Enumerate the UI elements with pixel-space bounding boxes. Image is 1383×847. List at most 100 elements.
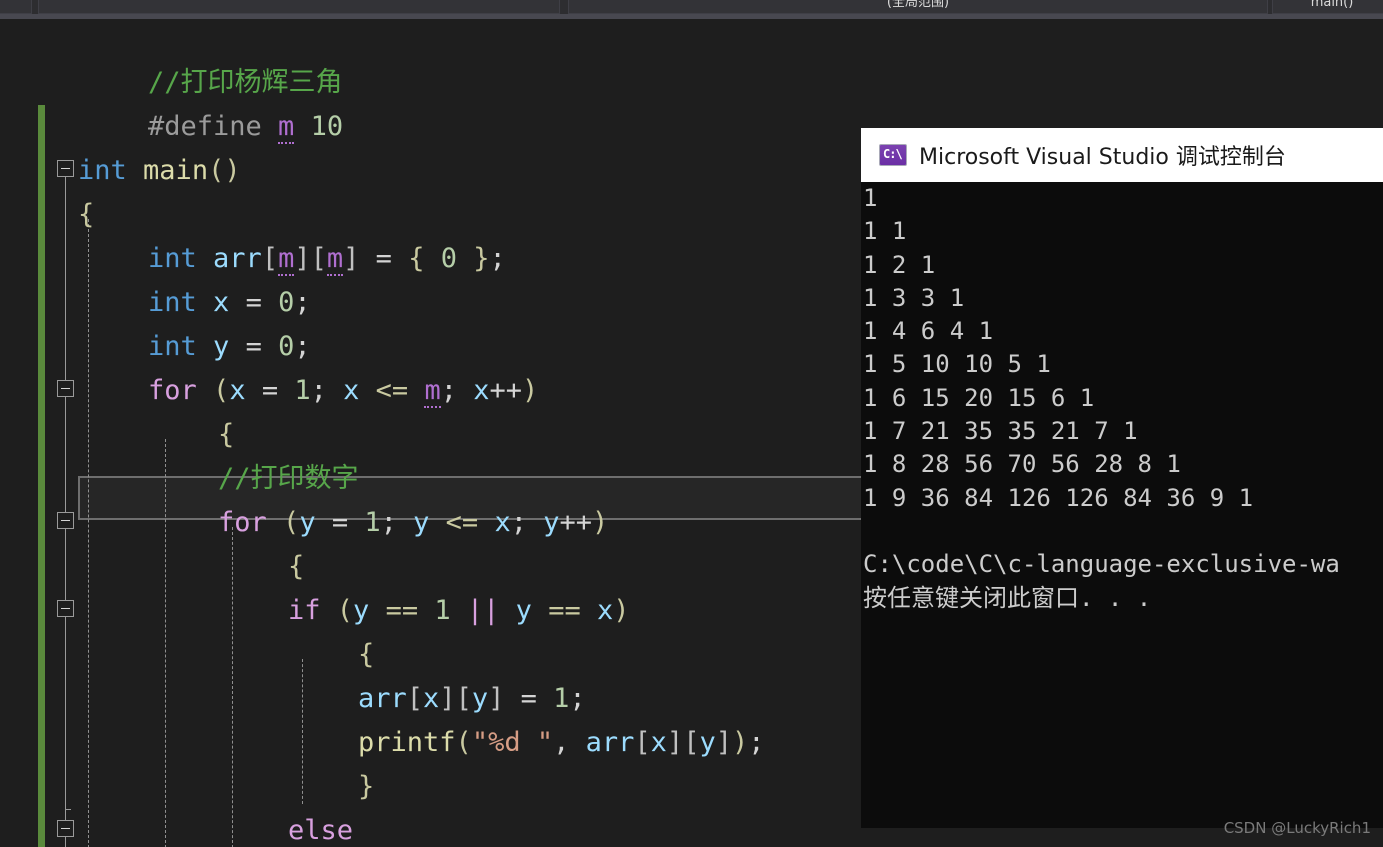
code-token: ;: [440, 375, 474, 406]
code-token: [: [310, 243, 327, 274]
code-token: y: [471, 683, 489, 714]
code-token: ;: [489, 243, 506, 274]
code-token: 1: [364, 507, 381, 538]
code-token: //打印杨辉三角: [148, 67, 343, 98]
code-token: if: [288, 595, 321, 626]
console-output-line: 1 9 36 84 126 126 84 36 9 1: [863, 483, 1254, 512]
code-token: {: [218, 419, 235, 450]
code-line[interactable]: //打印杨辉三角: [0, 61, 1383, 105]
code-token: arr: [585, 727, 635, 758]
console-output-line: 1 2 1: [863, 250, 936, 279]
console-output-line: 1 3 3 1: [863, 283, 965, 312]
code-token: =: [504, 683, 554, 714]
code-token: <=: [445, 507, 479, 538]
navbar-project-dropdown[interactable]: [0, 0, 32, 14]
code-token: ;: [569, 683, 586, 714]
console-output-line: 1 5 10 10 5 1: [863, 350, 1051, 379]
code-token: (: [213, 375, 230, 406]
code-token: ]: [488, 683, 505, 714]
code-token: [: [406, 683, 424, 714]
console-output-line: 1 7 21 35 35 21 7 1: [863, 417, 1138, 446]
code-token: ,: [553, 727, 586, 758]
code-token: =: [315, 507, 365, 538]
code-token: ]: [343, 243, 360, 274]
code-token: #define: [148, 111, 279, 142]
code-token: (): [208, 155, 241, 186]
code-token: ]: [715, 727, 732, 758]
code-token: m: [326, 243, 344, 276]
code-token: y: [543, 507, 560, 538]
code-token: x: [343, 375, 360, 406]
code-token: 0: [278, 331, 295, 362]
code-token: x: [473, 375, 490, 406]
navbar-member-dropdown[interactable]: main(): [1272, 0, 1383, 14]
code-token: for: [148, 375, 197, 406]
code-token: int: [78, 155, 127, 186]
code-token: =: [229, 331, 279, 362]
console-output-area[interactable]: 1 1 1 1 2 1 1 3 3 1 1 4 6 4 1 1 5 10 10 5 1 1 …: [861, 182, 1383, 828]
code-token: ==: [385, 595, 419, 626]
code-token: m: [278, 243, 295, 276]
code-token: [: [634, 727, 651, 758]
code-token: x: [229, 375, 246, 406]
code-token: (: [455, 727, 472, 758]
code-token: x: [213, 287, 230, 318]
code-token: printf: [358, 727, 456, 758]
code-token: 0: [278, 287, 295, 318]
code-token: =: [359, 243, 409, 274]
console-output-line: 1 8 28 56 70 56 28 8 1: [863, 450, 1181, 479]
console-output-line: 1 1: [863, 217, 907, 246]
code-token: {: [288, 551, 305, 582]
code-token: [: [261, 243, 279, 274]
code-token: ++: [489, 375, 523, 406]
code-token: ;: [380, 507, 414, 538]
code-token: ): [613, 595, 630, 626]
code-token: x: [650, 727, 667, 758]
vs-navigation-bar: (全局范围) main(): [0, 0, 1383, 14]
debug-console-window[interactable]: Microsoft Visual Studio 调试控制台 1 1 1 1 2 1 1…: [861, 128, 1383, 828]
code-token: }: [358, 771, 375, 802]
console-icon: [879, 144, 907, 166]
navbar-file-dropdown[interactable]: [38, 0, 560, 14]
navbar-scope-dropdown[interactable]: (全局范围): [568, 0, 1268, 14]
code-token: y: [299, 507, 316, 538]
code-token: main: [143, 155, 209, 186]
console-output-line: 1: [863, 184, 878, 212]
code-token: for: [218, 507, 267, 538]
console-output-line: 1 6 15 20 15 6 1: [863, 383, 1095, 412]
code-token: y: [353, 595, 370, 626]
code-token: ;: [294, 331, 311, 362]
code-token: [: [455, 683, 472, 714]
console-title-bar[interactable]: Microsoft Visual Studio 调试控制台: [861, 128, 1383, 182]
console-title-text: Microsoft Visual Studio 调试控制台: [919, 145, 1286, 170]
code-token: ): [522, 375, 539, 406]
code-token: ]: [439, 683, 456, 714]
code-token: ;: [294, 287, 311, 318]
code-token: arr: [358, 683, 407, 714]
code-token: 1: [434, 595, 451, 626]
code-token: <=: [375, 375, 409, 406]
code-token: ;: [310, 375, 344, 406]
code-token: (: [336, 595, 354, 626]
code-token: x: [423, 683, 440, 714]
code-token: {: [408, 243, 441, 274]
code-token: y: [213, 331, 230, 362]
code-token: //打印数字: [218, 463, 359, 494]
code-token: arr: [213, 243, 262, 274]
code-token: int: [148, 331, 197, 362]
csdn-watermark: CSDN @LuckyRich1: [1223, 819, 1371, 837]
